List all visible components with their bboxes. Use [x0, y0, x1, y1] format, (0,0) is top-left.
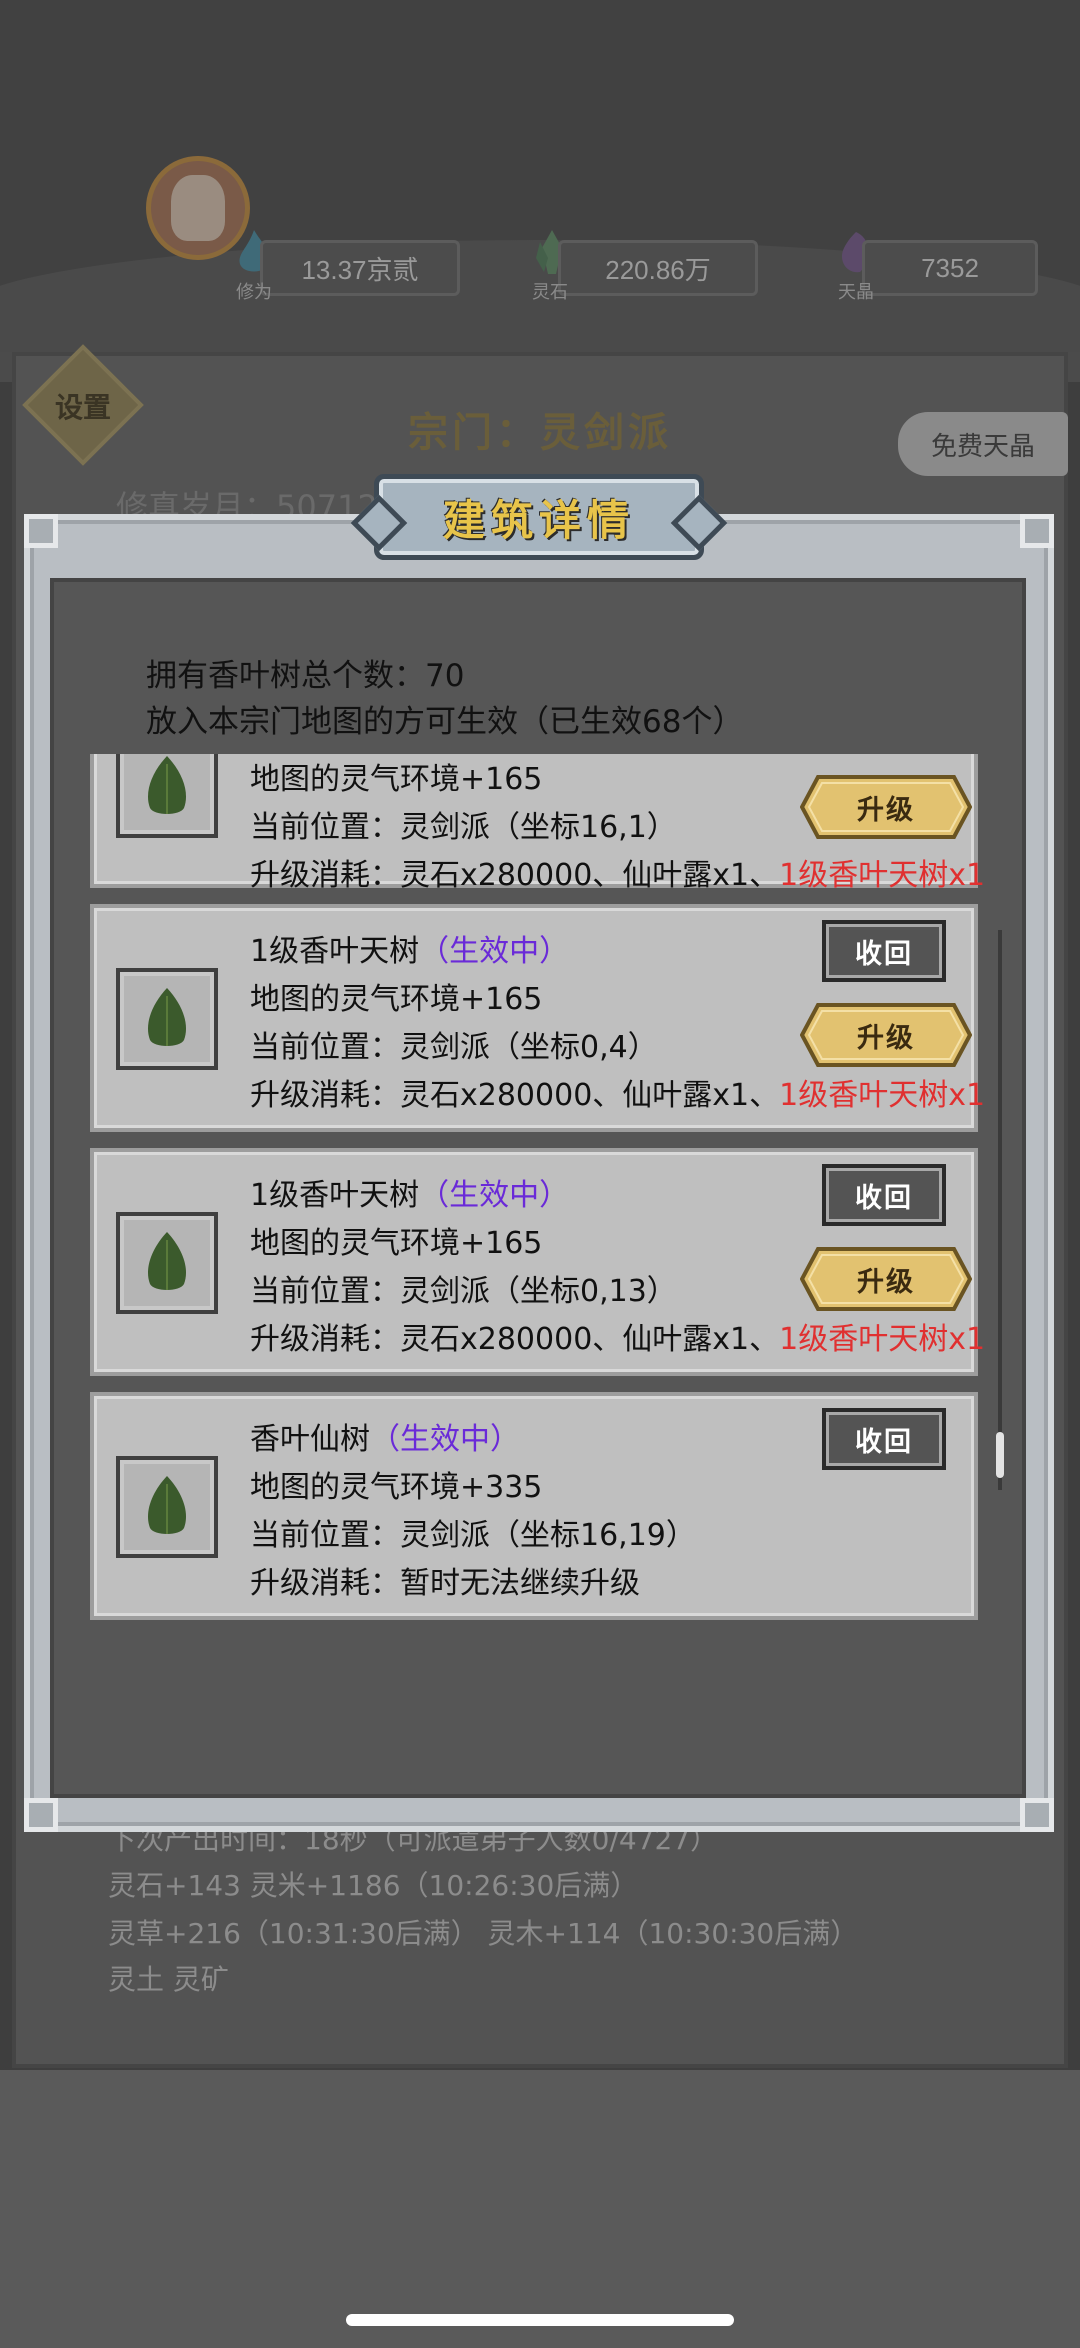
output-line-1: 灵石+143 灵米+1186（10:26:30后满）	[108, 1869, 639, 1902]
fragrant-tree-icon	[147, 988, 187, 1046]
home-indicator[interactable]	[346, 2314, 734, 2326]
tree-thumbnail	[116, 1212, 218, 1314]
card-cost-extra: 1级香叶天树x1	[779, 1078, 986, 1113]
tree-thumbnail	[116, 754, 218, 838]
card-title: 1级香叶天树（生效中）	[250, 1178, 570, 1213]
tree-thumbnail	[116, 1456, 218, 1558]
upgrade-button[interactable]: 升级	[800, 1002, 972, 1068]
modal-corner	[24, 514, 58, 548]
card-location-text: 当前位置：灵剑派（坐标16,19）	[250, 1518, 696, 1553]
free-crystal-button[interactable]: 免费天晶	[898, 412, 1068, 476]
upgrade-button[interactable]: 升级	[800, 1246, 972, 1312]
card-location-text: 当前位置：灵剑派（坐标16,1）	[250, 810, 677, 845]
recall-button[interactable]: 收回	[822, 1408, 946, 1470]
output-line-3: 灵土 灵矿	[108, 1963, 229, 1996]
card-cost-extra: 1级香叶天树x1	[779, 858, 986, 893]
card-cost-extra: 1级香叶天树x1	[779, 1322, 986, 1357]
card-cost-text: 升级消耗：灵石x280000、仙叶露x1、1级香叶天树x1	[250, 1322, 986, 1357]
building-list[interactable]: 地图的灵气环境+165 当前位置：灵剑派（坐标16,1） 升级消耗：灵石x280…	[84, 754, 990, 1654]
list-scrollbar[interactable]	[996, 1432, 1004, 1478]
heaven-crystal-label: 天晶	[838, 282, 874, 302]
card-title: 1级香叶天树（生效中）	[250, 934, 570, 969]
card-env-text: 地图的灵气环境+165	[250, 1226, 543, 1261]
modal-title-plate: 建筑详情	[374, 474, 704, 560]
card-status: （生效中）	[419, 934, 570, 969]
card-cost-text: 升级消耗：灵石x280000、仙叶露x1、1级香叶天树x1	[250, 858, 986, 893]
building-card: 1级香叶天树（生效中） 地图的灵气环境+165 当前位置：灵剑派（坐标0,4） …	[90, 904, 985, 1132]
sect-title: 宗门：灵剑派	[408, 409, 672, 456]
heaven-crystal-counter: 7352	[862, 240, 1038, 296]
settings-label: 设置	[54, 391, 111, 424]
recall-button[interactable]: 收回	[822, 1164, 946, 1226]
modal-corner	[1020, 514, 1054, 548]
card-env-text: 地图的灵气环境+165	[250, 982, 543, 1017]
effective-count-text: 放入本宗门地图的方可生效（已生效68个）	[146, 704, 744, 740]
upgrade-label: 升级	[857, 1266, 915, 1298]
modal-title: 建筑详情	[442, 495, 635, 545]
card-status: （生效中）	[370, 1422, 520, 1457]
card-location-text: 当前位置：灵剑派（坐标0,4）	[250, 1030, 658, 1065]
fragrant-tree-icon	[147, 1476, 187, 1534]
list-scroll-track	[998, 930, 1002, 1490]
card-env-text: 地图的灵气环境+335	[250, 1470, 543, 1505]
spirit-stone-counter: 220.86万	[558, 240, 758, 296]
card-env-text: 地图的灵气环境+165	[250, 762, 543, 797]
fragrant-tree-icon	[147, 1232, 187, 1290]
card-status: （生效中）	[419, 1178, 570, 1213]
upgrade-label: 升级	[857, 1022, 915, 1054]
fragrant-tree-icon	[147, 756, 187, 814]
total-count-text: 拥有香叶树总个数：70	[146, 658, 465, 694]
card-cost-text: 升级消耗：灵石x280000、仙叶露x1、1级香叶天树x1	[250, 1078, 986, 1113]
spirit-stone-label: 灵石	[532, 282, 568, 302]
card-location-text: 当前位置：灵剑派（坐标0,13）	[250, 1274, 677, 1309]
building-card: 地图的灵气环境+165 当前位置：灵剑派（坐标16,1） 升级消耗：灵石x280…	[90, 754, 985, 893]
building-card: 香叶仙树（生效中） 地图的灵气环境+335 当前位置：灵剑派（坐标16,19） …	[90, 1392, 978, 1620]
upgrade-label: 升级	[857, 794, 915, 826]
modal-corner	[1020, 1798, 1054, 1832]
building-card: 1级香叶天树（生效中） 地图的灵气环境+165 当前位置：灵剑派（坐标0,13）…	[90, 1148, 985, 1376]
tree-thumbnail	[116, 968, 218, 1070]
cultivation-label: 修为	[236, 282, 272, 302]
upgrade-button[interactable]: 升级	[800, 774, 972, 840]
card-cost-text: 升级消耗：暂时无法继续升级	[250, 1566, 640, 1601]
cultivation-counter: 13.37京贰	[260, 240, 460, 296]
bottom-backdrop	[0, 2070, 1080, 2348]
modal-corner	[24, 1798, 58, 1832]
card-title: 香叶仙树（生效中）	[250, 1422, 520, 1457]
recall-button[interactable]: 收回	[822, 920, 946, 982]
output-line-2: 灵草+216（10:31:30后满） 灵木+114（10:30:30后满）	[108, 1917, 859, 1950]
